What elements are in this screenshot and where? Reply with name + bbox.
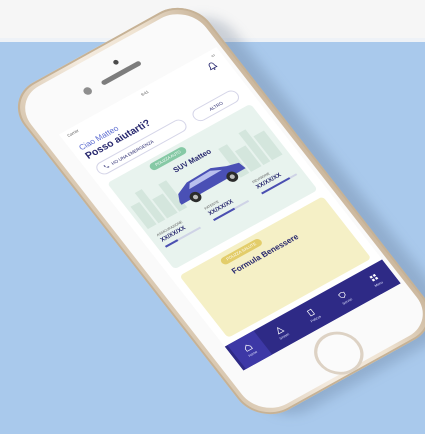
- proximity-sensor: [112, 59, 120, 66]
- tab-claims[interactable]: Sinistri: [264, 320, 299, 346]
- app-screen: Carrier 9:41 ▭ Ciao Matteo Posso aiutart…: [58, 47, 401, 371]
- carrier-label: Carrier: [65, 127, 80, 138]
- front-camera: [81, 85, 94, 97]
- phone-icon: [103, 165, 110, 168]
- battery-icon: ▭: [209, 52, 216, 58]
- phone: Carrier 9:41 ▭ Ciao Matteo Posso aiutart…: [3, 0, 425, 427]
- clock: 9:41: [139, 88, 150, 97]
- tab-services[interactable]: Servizi: [327, 285, 362, 311]
- tab-menu[interactable]: Menu: [358, 267, 393, 293]
- tab-policies[interactable]: Polizze: [295, 302, 330, 328]
- earpiece-speaker: [100, 60, 143, 86]
- other-button-label: ALTRO: [207, 100, 224, 112]
